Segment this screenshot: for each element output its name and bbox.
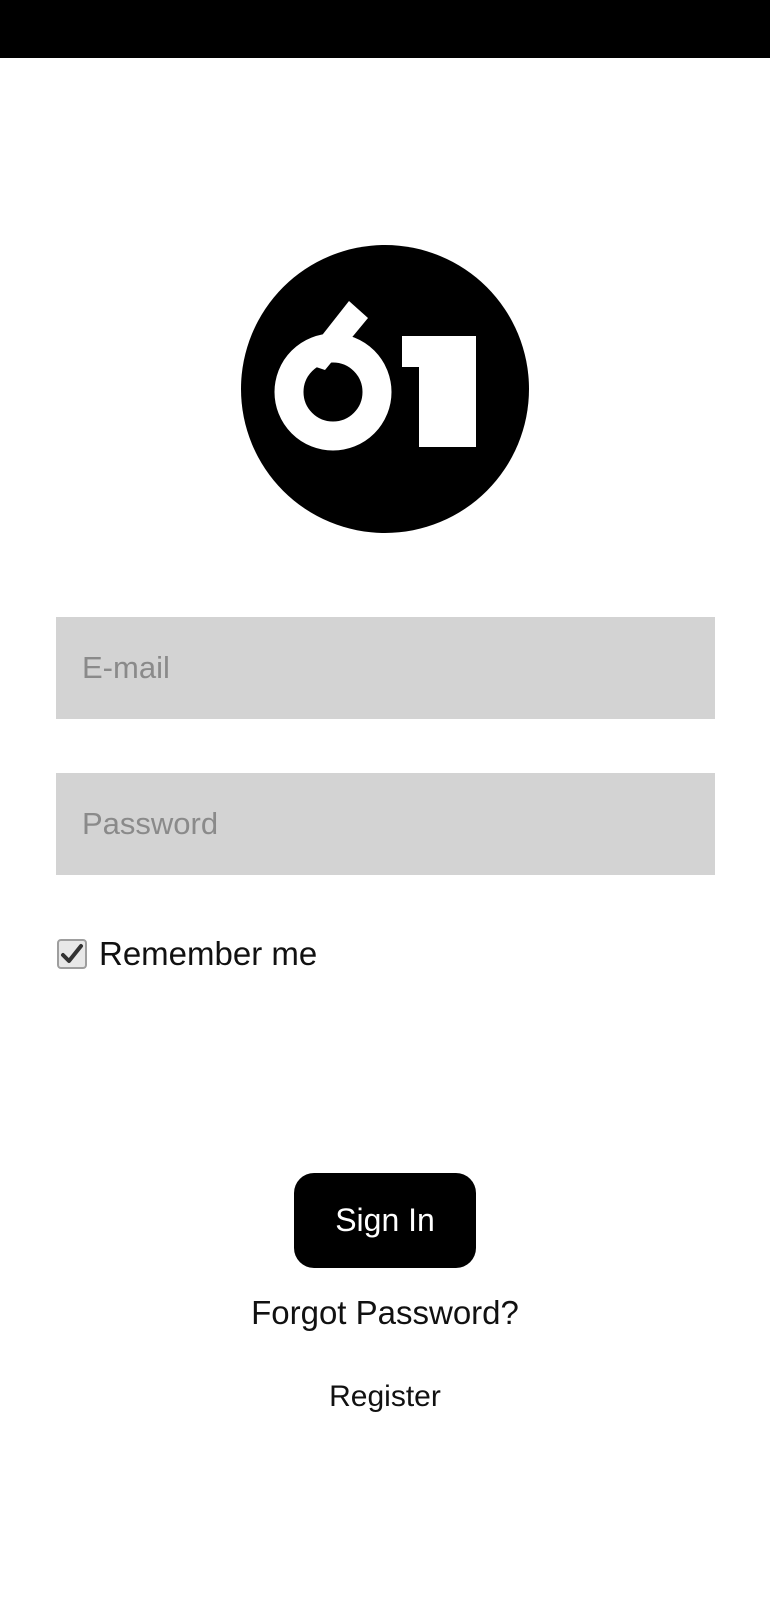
forgot-password-link[interactable]: Forgot Password? <box>0 1290 770 1336</box>
register-link[interactable]: Register <box>0 1376 770 1418</box>
sixty-one-logo-icon <box>241 245 529 533</box>
remember-me-label[interactable]: Remember me <box>99 931 317 977</box>
remember-me-row[interactable]: Remember me <box>57 931 317 977</box>
password-field[interactable] <box>56 773 715 875</box>
remember-me-checkbox[interactable] <box>57 939 87 969</box>
status-bar <box>0 0 770 58</box>
sign-in-button[interactable]: Sign In <box>294 1173 476 1268</box>
checkmark-icon <box>61 944 83 963</box>
email-field[interactable] <box>56 617 715 719</box>
